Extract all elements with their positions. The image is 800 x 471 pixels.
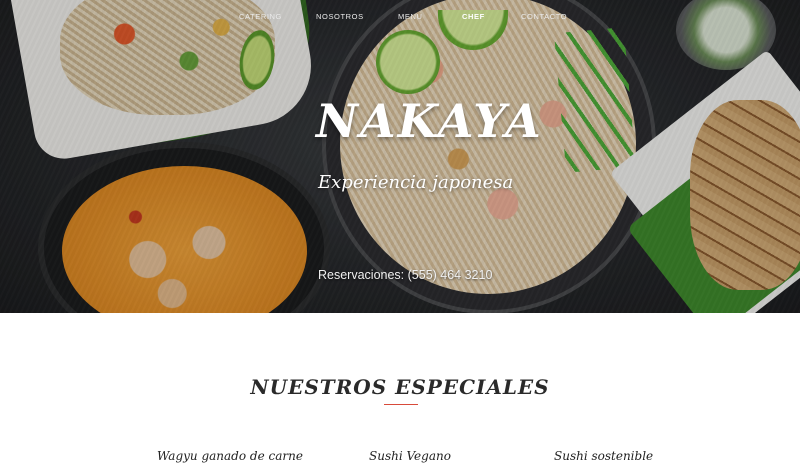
- hero-overlay: [0, 0, 800, 313]
- banana-leaf-right-decoration: [626, 141, 800, 313]
- main-nav: CATERING NOSOTROS MENU CHEF CONTACTO: [0, 12, 800, 26]
- hero-subtitle: Experiencia japonesa: [318, 172, 514, 193]
- cucumber-bowl-image: [676, 0, 776, 70]
- specials-heading: NUESTROS ESPECIALES: [250, 375, 550, 399]
- special-item-sushi-sostenible: Sushi sostenible: [554, 449, 654, 463]
- heading-divider: [384, 404, 418, 405]
- nav-item-menu[interactable]: MENU: [398, 12, 422, 21]
- nav-item-catering[interactable]: CATERING: [239, 12, 282, 21]
- lime-wedge-image: [235, 27, 279, 93]
- red-curry-image: [62, 166, 307, 313]
- grilled-chicken-image: [690, 100, 800, 290]
- restaurant-title: NAKAYA: [316, 94, 543, 148]
- pad-thai-plate-image: [326, 0, 652, 310]
- lime-slice-image: [376, 30, 440, 94]
- nav-item-nosotros[interactable]: NOSOTROS: [316, 12, 364, 21]
- nav-item-chef[interactable]: CHEF: [462, 12, 485, 21]
- reservations-phone[interactable]: Reservaciones: (555) 464 3210: [318, 268, 492, 282]
- curry-bowl-image: [44, 148, 324, 313]
- nav-item-contacto[interactable]: CONTACTO: [521, 12, 567, 21]
- scallions-image: [554, 27, 636, 173]
- special-item-wagyu: Wagyu ganado de carne: [157, 449, 303, 463]
- grilled-chicken-plate-image: [609, 49, 800, 313]
- special-item-sushi-vegano: Sushi Vegano: [369, 449, 451, 463]
- hero-banner: [0, 0, 800, 313]
